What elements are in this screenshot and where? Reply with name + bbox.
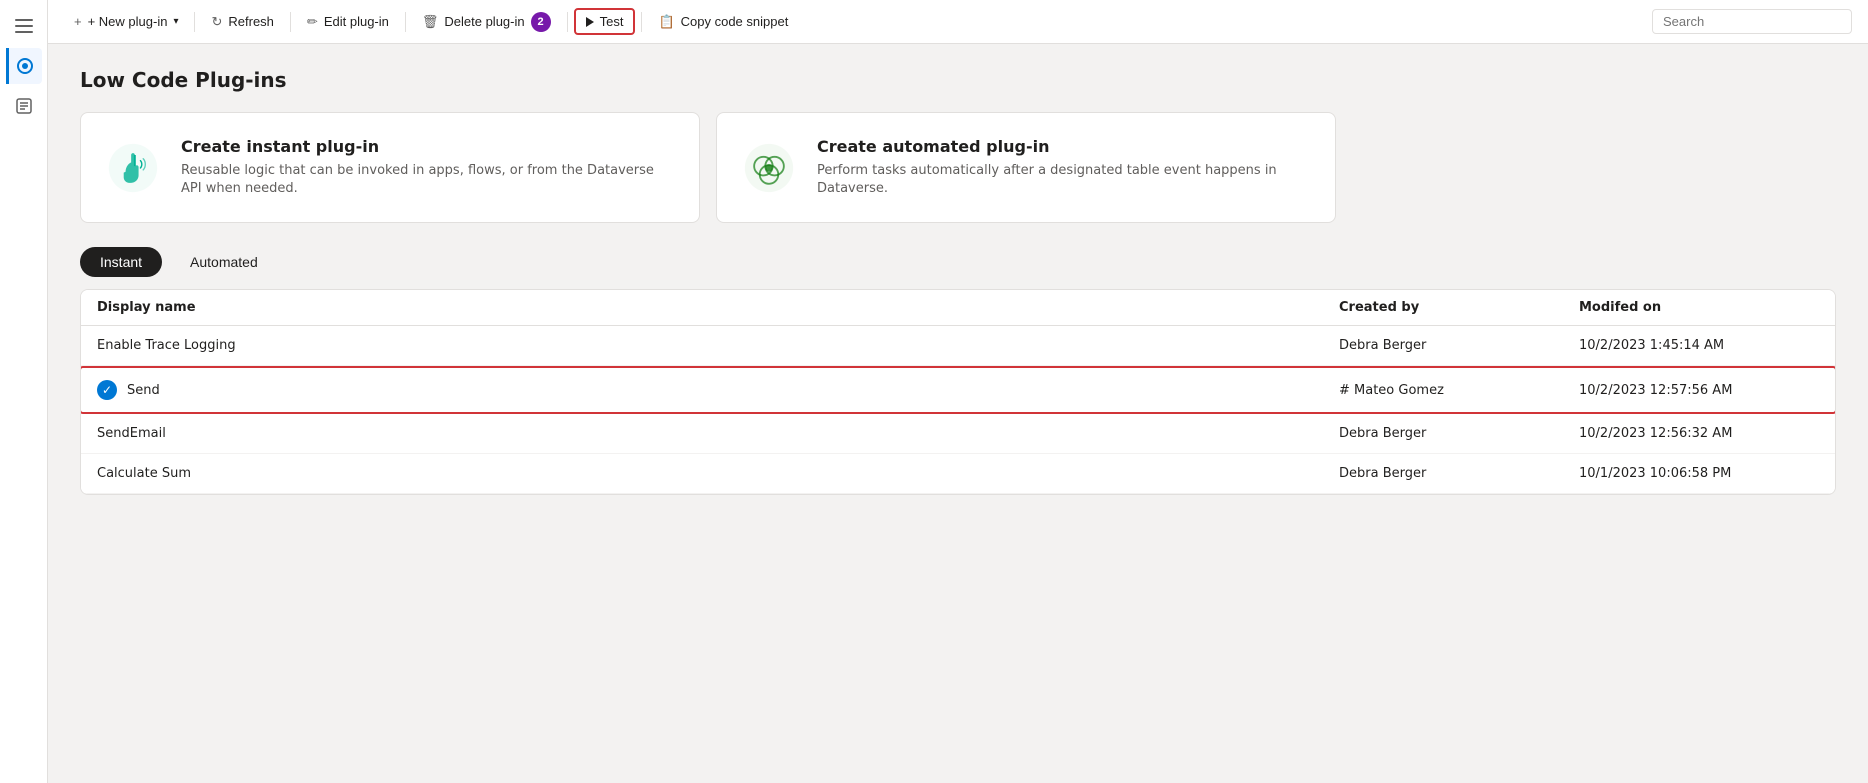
table-row[interactable]: SendEmail Debra Berger 10/2/2023 12:56:3… bbox=[81, 414, 1835, 454]
refresh-button[interactable]: ↻ Refresh bbox=[201, 9, 283, 35]
test-button[interactable]: Test bbox=[574, 8, 636, 35]
sep-2 bbox=[290, 12, 291, 32]
tab-automated[interactable]: Automated bbox=[170, 247, 278, 277]
table-row[interactable]: Calculate Sum Debra Berger 10/1/2023 10:… bbox=[81, 454, 1835, 494]
sidebar-pin-icon[interactable] bbox=[6, 48, 42, 84]
col-modified-on: Modifed on bbox=[1579, 300, 1819, 315]
tab-instant[interactable]: Instant bbox=[80, 247, 162, 277]
table-row[interactable]: Enable Trace Logging Debra Berger 10/2/2… bbox=[81, 326, 1835, 366]
plugin-table: Display name Created by Modifed on Enabl… bbox=[80, 289, 1836, 495]
selected-row-wrapper: 1 ✓ Send # Mateo Gomez 10/2/2023 12:57:5… bbox=[81, 366, 1835, 414]
instant-card[interactable]: Create instant plug-in Reusable logic th… bbox=[80, 112, 700, 223]
row-name-cell-send: ✓ Send bbox=[97, 380, 1339, 400]
instant-card-title: Create instant plug-in bbox=[181, 137, 675, 156]
instant-card-icon bbox=[105, 140, 161, 196]
play-icon bbox=[586, 17, 594, 27]
table-header: Display name Created by Modifed on bbox=[81, 290, 1835, 326]
instant-card-text: Create instant plug-in Reusable logic th… bbox=[181, 137, 675, 198]
cards-row: Create instant plug-in Reusable logic th… bbox=[80, 112, 1836, 223]
refresh-icon: ↻ bbox=[211, 14, 222, 30]
content-area: Low Code Plug-ins bbox=[48, 44, 1868, 783]
page-title: Low Code Plug-ins bbox=[80, 68, 1836, 92]
chevron-down-icon: ▾ bbox=[173, 16, 178, 27]
automated-card-desc: Perform tasks automatically after a desi… bbox=[817, 162, 1311, 198]
instant-card-desc: Reusable logic that can be invoked in ap… bbox=[181, 162, 675, 198]
delete-button[interactable]: 🗑 Delete plug-in 2 bbox=[412, 7, 561, 37]
col-display-name: Display name bbox=[97, 300, 1339, 315]
automated-card-title: Create automated plug-in bbox=[817, 137, 1311, 156]
row-name-cell: Enable Trace Logging bbox=[97, 338, 1339, 353]
sep-1 bbox=[194, 12, 195, 32]
new-plugin-button[interactable]: + + New plug-in ▾ bbox=[64, 9, 188, 34]
row-name-cell: Calculate Sum bbox=[97, 466, 1339, 481]
sep-4 bbox=[567, 12, 568, 32]
copy-icon: 📋 bbox=[658, 14, 674, 30]
main-content: + + New plug-in ▾ ↻ Refresh ✏ Edit plug-… bbox=[48, 0, 1868, 783]
edit-icon: ✏ bbox=[307, 14, 318, 30]
check-icon: ✓ bbox=[97, 380, 117, 400]
row-name-cell: SendEmail bbox=[97, 426, 1339, 441]
copy-snippet-button[interactable]: 📋 Copy code snippet bbox=[648, 9, 798, 35]
sep-3 bbox=[405, 12, 406, 32]
delete-icon: 🗑 bbox=[422, 14, 439, 30]
table-row-selected[interactable]: ✓ Send # Mateo Gomez 10/2/2023 12:57:56 … bbox=[80, 366, 1836, 414]
sidebar bbox=[0, 0, 48, 783]
delete-badge: 2 bbox=[531, 12, 551, 32]
plus-icon: + bbox=[74, 14, 82, 29]
automated-card-text: Create automated plug-in Perform tasks a… bbox=[817, 137, 1311, 198]
sidebar-book-icon[interactable] bbox=[6, 88, 42, 124]
automated-card[interactable]: Create automated plug-in Perform tasks a… bbox=[716, 112, 1336, 223]
toolbar: + + New plug-in ▾ ↻ Refresh ✏ Edit plug-… bbox=[48, 0, 1868, 44]
tabs: Instant Automated bbox=[80, 247, 1836, 277]
automated-card-icon bbox=[741, 140, 797, 196]
col-created-by: Created by bbox=[1339, 300, 1579, 315]
edit-button[interactable]: ✏ Edit plug-in bbox=[297, 9, 399, 35]
search-input[interactable] bbox=[1652, 9, 1852, 34]
sidebar-menu-icon[interactable] bbox=[6, 8, 42, 44]
sep-5 bbox=[641, 12, 642, 32]
